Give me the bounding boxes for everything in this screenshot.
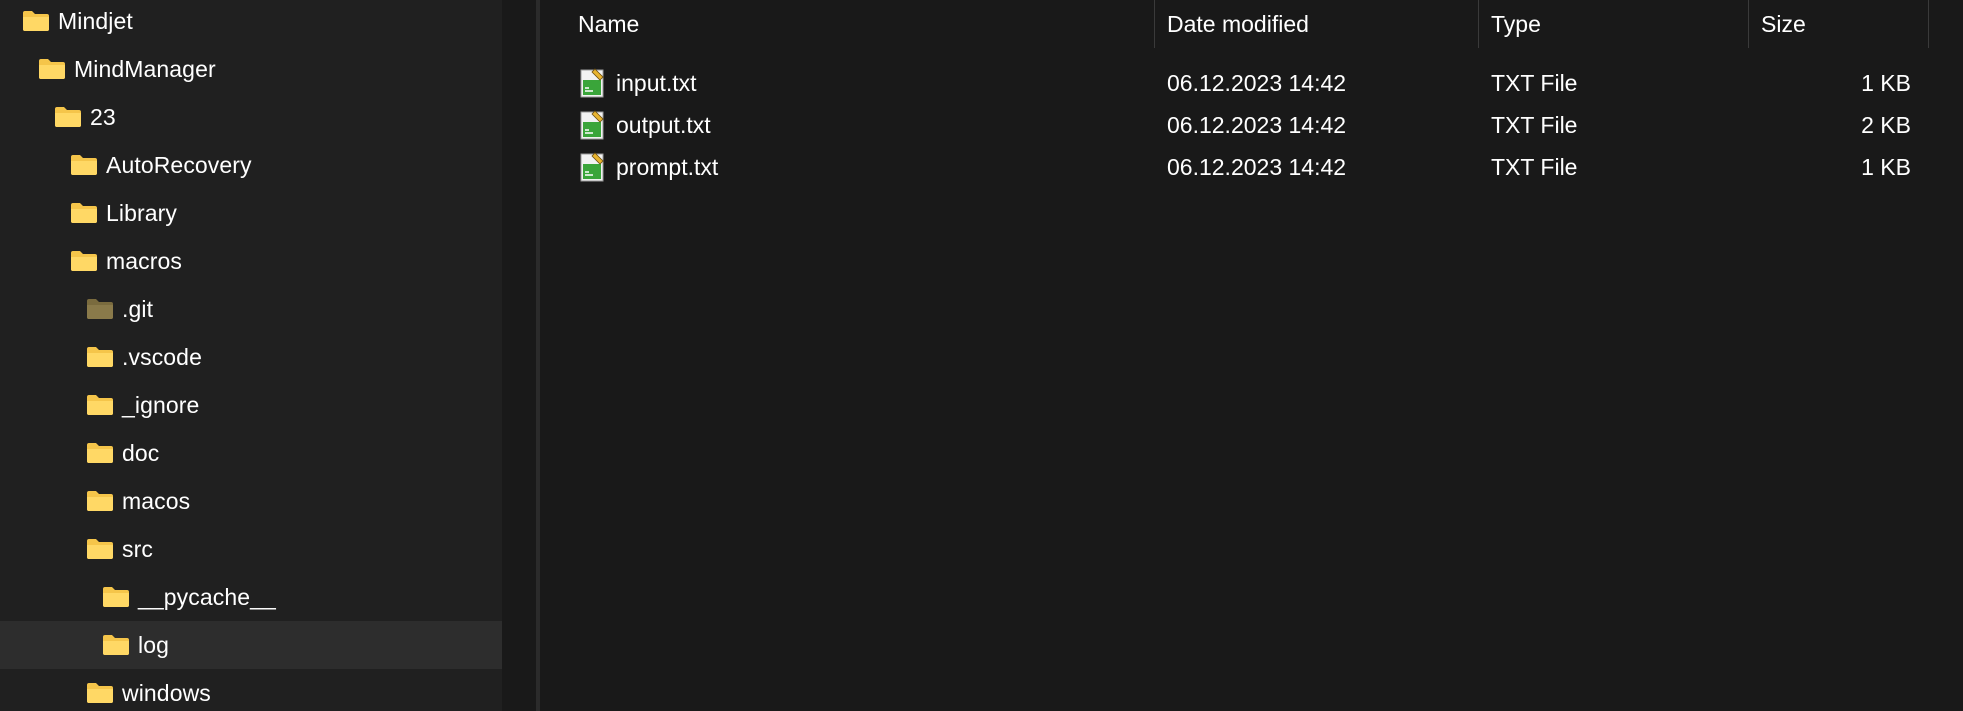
tree-item-doc[interactable]: doc — [0, 429, 502, 477]
column-divider[interactable] — [1748, 0, 1749, 48]
tree-item-pycache[interactable]: __pycache__ — [0, 573, 502, 621]
tree-item-label: macros — [106, 247, 183, 274]
tree-item-label: _ignore — [122, 391, 200, 418]
hidden-folder-icon — [87, 299, 113, 319]
tree-item-macros[interactable]: macros — [0, 237, 502, 285]
tree-item-label: MindManager — [74, 55, 216, 82]
file-type-cell: TXT File — [1491, 111, 1578, 138]
file-name-cell[interactable]: input.txt — [580, 62, 1140, 104]
tree-item-label: src — [122, 535, 153, 562]
file-type-cell: TXT File — [1491, 69, 1578, 96]
column-header-size[interactable]: Size — [1761, 0, 1911, 48]
column-divider[interactable] — [1154, 0, 1155, 48]
tree-item-label: AutoRecovery — [106, 151, 252, 178]
tree-item-library[interactable]: Library — [0, 189, 502, 237]
folder-icon — [23, 11, 49, 31]
file-size-cell: 2 KB — [1861, 111, 1911, 138]
folder-icon — [71, 203, 97, 223]
file-row[interactable]: output.txt 06.12.2023 14:42 TXT File 2 K… — [540, 104, 1963, 146]
tree-item-macos[interactable]: macos — [0, 477, 502, 525]
tree-item-label: log — [138, 631, 169, 658]
folder-icon — [71, 251, 97, 271]
column-header-date-modified[interactable]: Date modified — [1167, 0, 1467, 48]
folder-icon — [103, 635, 129, 655]
tree-item-ignore[interactable]: _ignore — [0, 381, 502, 429]
file-date-cell: 06.12.2023 14:42 — [1167, 69, 1347, 96]
tree-item-mindmanager[interactable]: MindManager — [0, 45, 502, 93]
file-explorer-window: Mindjet MindManager 23 AutoRecovery Libr… — [0, 0, 1963, 711]
navigation-pane: Mindjet MindManager 23 AutoRecovery Libr… — [0, 0, 502, 711]
folder-icon — [87, 395, 113, 415]
tree-item-src[interactable]: src — [0, 525, 502, 573]
folder-icon — [87, 683, 113, 703]
txt-file-icon — [580, 68, 604, 98]
file-size-cell: 1 KB — [1861, 153, 1911, 180]
file-name-cell[interactable]: prompt.txt — [580, 146, 1140, 188]
folder-icon — [87, 539, 113, 559]
tree-item-label: .git — [122, 295, 154, 322]
folder-icon — [87, 491, 113, 511]
folder-icon — [39, 59, 65, 79]
tree-item-label: macos — [122, 487, 191, 514]
file-list-pane: ⌃ Name Date modified Type Size input.txt… — [540, 0, 1963, 711]
file-name: input.txt — [616, 69, 697, 96]
file-date-cell: 06.12.2023 14:42 — [1167, 111, 1347, 138]
tree-item-label: 23 — [90, 103, 116, 130]
tree-item-autorecovery[interactable]: AutoRecovery — [0, 141, 502, 189]
tree-item-log[interactable]: log — [0, 621, 502, 669]
file-type-cell: TXT File — [1491, 153, 1578, 180]
tree-item-vscode[interactable]: .vscode — [0, 333, 502, 381]
tree-item-label: .vscode — [122, 343, 202, 370]
column-header-name[interactable]: Name — [578, 0, 894, 48]
tree-item-mindjet[interactable]: Mindjet — [0, 0, 502, 45]
tree-item-label: Library — [106, 199, 178, 226]
txt-file-icon — [580, 152, 604, 182]
tree-item-git[interactable]: .git — [0, 285, 502, 333]
file-name-cell[interactable]: output.txt — [580, 104, 1140, 146]
column-divider[interactable] — [1928, 0, 1929, 48]
tree-item-label: __pycache__ — [138, 583, 276, 610]
tree-item-label: Mindjet — [58, 7, 133, 34]
file-name: prompt.txt — [616, 153, 719, 180]
file-name: output.txt — [616, 111, 711, 138]
folder-icon — [71, 155, 97, 175]
txt-file-icon — [580, 110, 604, 140]
tree-item-23[interactable]: 23 — [0, 93, 502, 141]
column-divider[interactable] — [1478, 0, 1479, 48]
file-row[interactable]: input.txt 06.12.2023 14:42 TXT File 1 KB — [540, 62, 1963, 104]
tree-item-windows[interactable]: windows — [0, 669, 502, 711]
file-row[interactable]: prompt.txt 06.12.2023 14:42 TXT File 1 K… — [540, 146, 1963, 188]
file-size-cell: 1 KB — [1861, 69, 1911, 96]
tree-item-label: doc — [122, 439, 160, 466]
folder-icon — [87, 443, 113, 463]
folder-icon — [103, 587, 129, 607]
column-header-type[interactable]: Type — [1491, 0, 1741, 48]
file-date-cell: 06.12.2023 14:42 — [1167, 153, 1347, 180]
folder-icon — [55, 107, 81, 127]
folder-icon — [87, 347, 113, 367]
tree-item-label: windows — [122, 679, 211, 706]
